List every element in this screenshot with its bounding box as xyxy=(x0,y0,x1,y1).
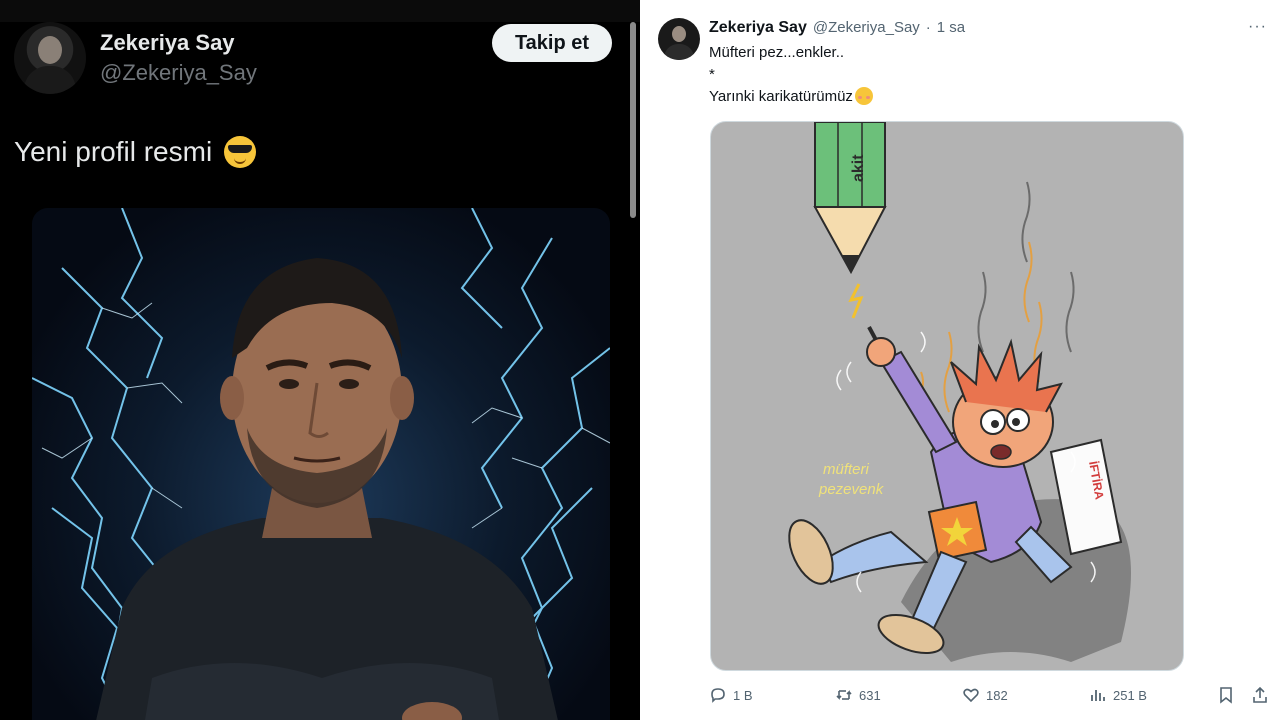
user-name[interactable]: Zekeriya Say xyxy=(709,19,807,37)
timestamp[interactable]: 1 sa xyxy=(937,19,965,36)
left-tweet-panel: Zekeriya Say @Zekeriya_Say Takip et Yeni… xyxy=(0,0,640,720)
pencil-label: akit xyxy=(850,154,867,182)
tweet-text-line: * xyxy=(709,66,715,83)
repost-action[interactable]: 631 xyxy=(835,686,881,704)
sunglasses-emoji-icon xyxy=(224,136,257,168)
top-bar xyxy=(0,0,640,22)
reply-count: 1 B xyxy=(733,687,753,703)
bookmark-icon xyxy=(1220,687,1232,704)
views-icon xyxy=(1091,690,1105,701)
tweet-text-line: Müfteri pez...enkler.. xyxy=(709,44,845,61)
like-action[interactable]: 182 xyxy=(962,686,1008,704)
share-icon xyxy=(1253,686,1267,703)
reply-icon xyxy=(711,688,725,703)
bookmark-action[interactable] xyxy=(1217,686,1235,704)
views-action[interactable]: 251 B xyxy=(1089,686,1147,704)
follow-button[interactable]: Takip et xyxy=(492,24,612,62)
lightning-portrait-illustration xyxy=(32,208,610,720)
user-handle[interactable]: @Zekeriya_Say xyxy=(813,19,920,36)
cartoon-image[interactable]: akit İFTİRA müfteri pezevenk xyxy=(710,121,1184,671)
repost-icon xyxy=(836,690,852,700)
tweet-text-content: Yarınki karikatürümüz xyxy=(709,87,853,105)
smiling-face-emoji-icon xyxy=(854,87,873,105)
share-action[interactable] xyxy=(1251,686,1269,704)
cartoon-label-2: pezevenk xyxy=(818,481,885,498)
profile-photo-image[interactable] xyxy=(32,208,610,720)
reply-action[interactable]: 1 B xyxy=(709,686,753,704)
like-count: 182 xyxy=(986,687,1008,703)
tweet-text: Yeni profil resmi xyxy=(14,136,257,168)
tweet-actions: 1 B 631 182 251 B xyxy=(709,686,1269,708)
heart-icon xyxy=(963,688,979,703)
separator: · xyxy=(925,19,931,36)
avatar[interactable] xyxy=(658,18,700,60)
avatar[interactable] xyxy=(14,22,86,94)
user-name[interactable]: Zekeriya Say xyxy=(100,30,235,56)
tweet-text-line: Yarınki karikatürümüz xyxy=(709,87,873,105)
user-handle[interactable]: @Zekeriya_Say xyxy=(100,60,257,86)
right-tweet-panel: Zekeriya Say @Zekeriya_Say · 1 sa ··· Mü… xyxy=(640,0,1280,720)
cartoon-illustration: akit İFTİRA müfteri pezevenk xyxy=(788,122,1131,662)
tweet-text-content: Yeni profil resmi xyxy=(14,136,213,167)
views-count: 251 B xyxy=(1113,687,1147,703)
cartoon-label-1: müfteri xyxy=(823,461,870,478)
repost-count: 631 xyxy=(859,687,881,703)
scrollbar[interactable] xyxy=(630,22,636,218)
more-options-icon[interactable]: ··· xyxy=(1248,18,1267,36)
tweet-header: Zekeriya Say @Zekeriya_Say · 1 sa xyxy=(709,19,965,37)
